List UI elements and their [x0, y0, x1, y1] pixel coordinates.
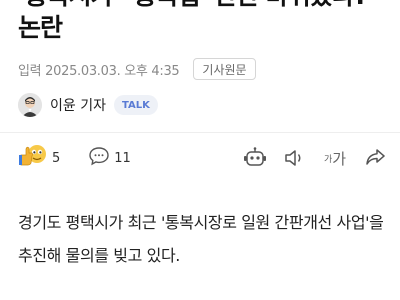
author-avatar [18, 93, 42, 117]
reaction-count: 5 [52, 150, 61, 166]
publish-date: 입력 2025.03.03. 오후 4:35 [18, 63, 180, 79]
divider [0, 132, 400, 133]
article-tools: 가가 [242, 145, 388, 171]
author-name[interactable]: 이윤 기자 [50, 95, 106, 115]
reaction-button[interactable]: 5 [18, 140, 60, 176]
reaction-emoji-icon [18, 143, 48, 173]
action-row: 5 11 가 가 [18, 140, 388, 176]
author-row[interactable]: 이윤 기자 TALK [18, 92, 158, 118]
font-size-small-label: 가 [323, 154, 333, 165]
headline-text: '통복시가' '통복입' 간판 바꿔놨다? 논란 [18, 0, 368, 42]
article-page: '통복시가' '통복입' 간판 바꿔놨다? 논란 입력 2025.03.03. … [0, 0, 400, 300]
audio-icon[interactable] [282, 145, 308, 171]
font-size-label: 가 [332, 149, 347, 168]
comment-button[interactable]: 11 [88, 145, 131, 171]
meta-row: 입력 2025.03.03. 오후 4:35 기사원문 [18, 58, 256, 80]
original-article-button[interactable]: 기사원문 [193, 58, 256, 80]
article-headline: '통복시가' '통복입' 간판 바꿔놨다? 논란 [18, 0, 388, 44]
article-body: 경기도 평택시가 최근 '통복시장로 일원 간판개선 사업'을 추진해 물의를 … [18, 213, 384, 265]
talk-badge[interactable]: TALK [113, 95, 158, 115]
summary-bot-icon[interactable] [242, 145, 268, 171]
comment-icon [88, 145, 110, 171]
font-size-icon[interactable]: 가가 [322, 145, 348, 171]
share-icon[interactable] [362, 145, 388, 171]
comment-count: 11 [114, 150, 131, 166]
